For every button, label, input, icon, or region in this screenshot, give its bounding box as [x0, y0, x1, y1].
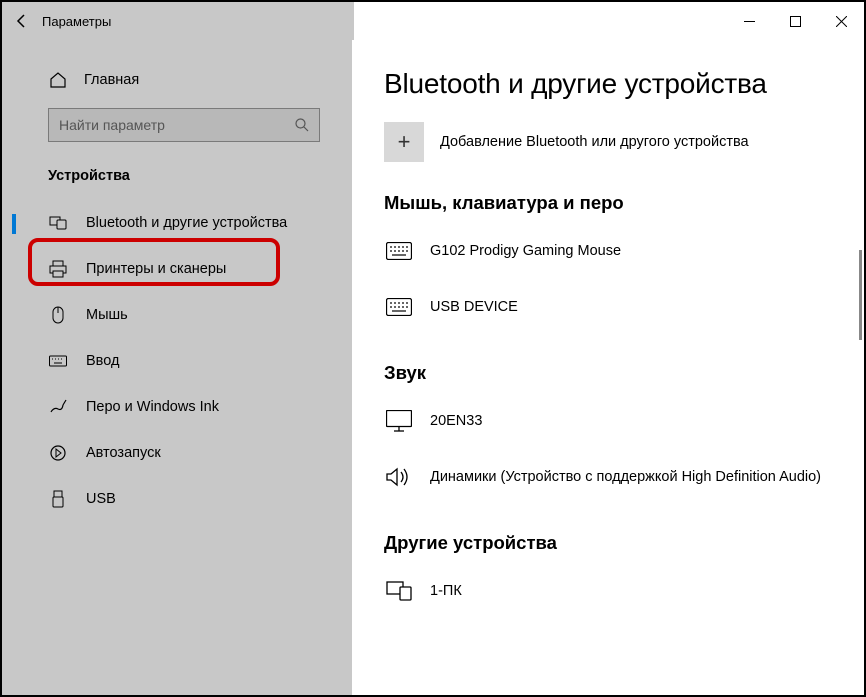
- minimize-button[interactable]: [726, 2, 772, 40]
- monitor-icon: [384, 406, 414, 436]
- nav-mouse[interactable]: Мышь: [2, 292, 352, 338]
- nav-label: USB: [86, 491, 116, 507]
- device-icon: [384, 576, 414, 606]
- nav-pen[interactable]: Перо и Windows Ink: [2, 384, 352, 430]
- device-name: G102 Prodigy Gaming Mouse: [430, 243, 621, 259]
- search-icon: [295, 118, 309, 132]
- nav-list: Bluetooth и другие устройства Принтеры и…: [2, 190, 352, 522]
- home-label: Главная: [84, 72, 139, 88]
- plus-icon: +: [384, 122, 424, 162]
- close-button[interactable]: [818, 2, 864, 40]
- home-link[interactable]: Главная: [2, 60, 352, 100]
- speaker-icon: [384, 462, 414, 492]
- window-title: Параметры: [42, 14, 111, 29]
- group-title-audio: Звук: [384, 362, 844, 384]
- nav-label: Ввод: [86, 353, 119, 369]
- device-item[interactable]: 1-ПК: [384, 568, 844, 614]
- nav-label: Принтеры и сканеры: [86, 261, 226, 277]
- active-indicator: [12, 214, 16, 234]
- mouse-icon: [48, 305, 68, 325]
- nav-typing[interactable]: Ввод: [2, 338, 352, 384]
- nav-label: Автозапуск: [86, 445, 161, 461]
- add-device-label: Добавление Bluetooth или другого устройс…: [440, 134, 749, 150]
- sidebar: Главная Найти параметр Устройства: [2, 40, 352, 695]
- group-title-other: Другие устройства: [384, 532, 844, 554]
- maximize-button[interactable]: [772, 2, 818, 40]
- devices-icon: [48, 213, 68, 233]
- device-name: 1-ПК: [430, 583, 462, 599]
- content-area: Bluetooth и другие устройства + Добавлен…: [352, 40, 864, 695]
- search-input[interactable]: Найти параметр: [48, 108, 320, 142]
- keyboard-icon: [384, 236, 414, 266]
- home-icon: [48, 70, 68, 90]
- usb-icon: [48, 489, 68, 509]
- autoplay-icon: [48, 443, 68, 463]
- printer-icon: [48, 259, 68, 279]
- device-name: 20EN33: [430, 413, 482, 429]
- device-item[interactable]: USB DEVICE: [384, 284, 844, 330]
- nav-label: Bluetooth и другие устройства: [86, 215, 287, 231]
- scrollbar[interactable]: [859, 250, 862, 340]
- device-item[interactable]: 20EN33: [384, 398, 844, 444]
- device-item[interactable]: Динамики (Устройство с поддержкой High D…: [384, 454, 844, 500]
- nav-label: Перо и Windows Ink: [86, 399, 219, 415]
- nav-label: Мышь: [86, 307, 128, 323]
- nav-autoplay[interactable]: Автозапуск: [2, 430, 352, 476]
- group-title-input: Мышь, клавиатура и перо: [384, 192, 844, 214]
- keyboard-icon: [384, 292, 414, 322]
- page-title: Bluetooth и другие устройства: [384, 68, 844, 100]
- nav-bluetooth[interactable]: Bluetooth и другие устройства: [2, 200, 352, 246]
- back-button[interactable]: [2, 2, 42, 40]
- device-item[interactable]: G102 Prodigy Gaming Mouse: [384, 228, 844, 274]
- section-title: Устройства: [2, 150, 352, 190]
- device-name: Динамики (Устройство с поддержкой High D…: [430, 469, 821, 485]
- titlebar: Параметры: [2, 2, 864, 40]
- nav-printers[interactable]: Принтеры и сканеры: [2, 246, 352, 292]
- search-placeholder: Найти параметр: [59, 117, 165, 133]
- nav-usb[interactable]: USB: [2, 476, 352, 522]
- device-name: USB DEVICE: [430, 299, 518, 315]
- pen-icon: [48, 397, 68, 417]
- keyboard-icon: [48, 351, 68, 371]
- add-device-button[interactable]: + Добавление Bluetooth или другого устро…: [384, 122, 844, 162]
